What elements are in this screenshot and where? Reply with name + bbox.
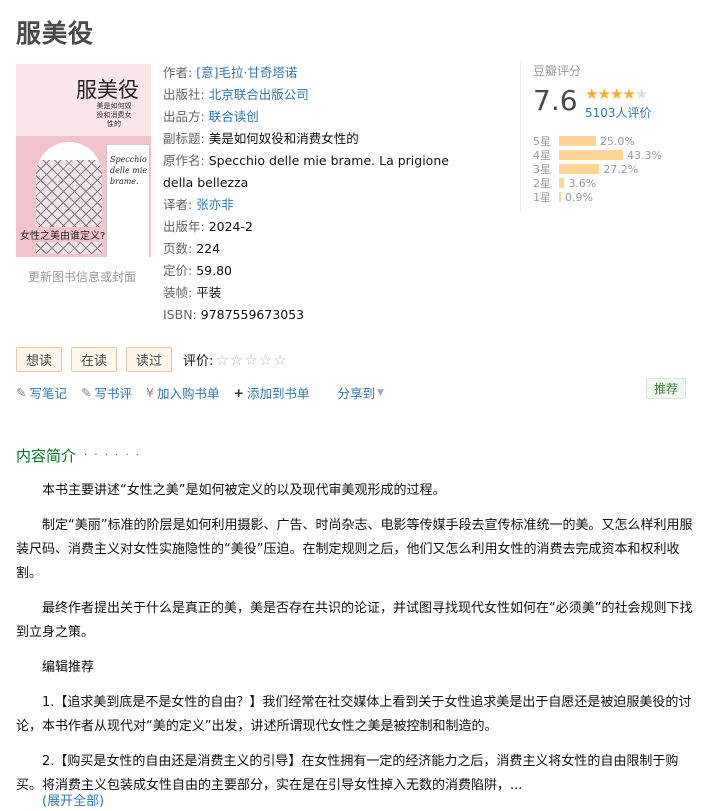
cover-title: 服美役 [76,78,139,102]
rating-bar-percent: 43.3% [627,148,662,162]
publisher-link[interactable]: 北京联合出版公司 [209,87,309,102]
info-subtitle: 副标题: 美是如何奴役和消费女性的 [163,128,483,150]
info-isbn: ISBN: 9787559673053 [163,304,483,326]
rating-bar-fill [559,150,623,160]
operation-links: ✎ 写笔记 ✎ 写书评 ¥ 加入购书单 + 添加到书单 分享到 ▼ [16,383,398,402]
have-read-button[interactable]: 读过 [126,347,173,372]
pencil-icon: ✎ [16,385,27,400]
chevron-down-icon: ▼ [376,387,384,398]
write-review-label: 写书评 [94,386,132,401]
star-empty-icon: ★ [634,85,648,103]
cover-subtitle: 美是如何奴役和消费女性的 [96,102,132,128]
translator-link[interactable]: 张亦非 [196,197,234,212]
binding-value: 平装 [196,285,222,300]
cover-question: 女性之美由谁定义? [20,227,106,242]
rating-bar-percent: 3.6% [568,176,597,190]
rating-bar-fill [559,178,565,188]
rating-bar-fill [559,192,561,202]
yen-icon: ¥ [146,385,154,400]
info-author: 作者: [意]毛拉·甘奇塔诺 [163,62,483,84]
producer-link[interactable]: 联合读创 [209,109,259,124]
intro-paragraph: 最终作者提出关于什么是真正的美，美是否存在共识的论证，并试图寻找现代女性如何在“… [16,601,693,640]
share-menu[interactable]: 分享到 ▼ [337,383,383,402]
rating-bar-row: 3星 27.2% [533,162,662,177]
author-link[interactable]: [意]毛拉·甘奇塔诺 [196,65,297,80]
expand-all-link[interactable]: (展开全部) [42,790,104,809]
cover-italic-title: Specchio delle mie brame. [110,155,148,186]
publisher-label: 出版社: [163,87,205,102]
book-cover[interactable]: 服美役 美是如何奴役和消费女性的 Specchio delle mie bram… [16,64,151,257]
add-to-cart-label: 加入购书单 [156,386,220,401]
want-to-read-button[interactable]: 想读 [16,347,63,372]
intro-paragraph: 1.【追求美到底是不是女性的自由？】我们经常在社交媒体上看到关于女性追求美是出于… [16,695,692,734]
rating-bar-row: 5星 25.0% [533,134,662,149]
rating-label: 豆瓣评分 [533,64,582,78]
intro-paragraph: 制定“美丽”标准的阶层是如何利用摄影、广告、时尚杂志、电影等传媒手段去宣传标准统… [16,518,693,581]
translator-label: 译者: [163,197,193,212]
rate-label: 评价: [183,354,214,369]
add-to-booklist-link[interactable]: + 添加到书单 [233,383,309,402]
intro-paragraph: 本书主要讲述“女性之美”是如何被定义的以及现代审美观形成的过程。 [42,483,446,498]
info-original: 原作名: Specchio delle mie brame. La prigio… [163,150,473,194]
add-to-booklist-label: 添加到书单 [246,386,310,401]
update-cover-link[interactable]: 更新图书信息或封面 [28,268,136,285]
info-pages: 页数: 224 [163,238,483,260]
rating-bars: 5星 25.0% 4星 43.3% 3星 27.2% 2星 3.6% 1星 0.… [533,134,662,205]
info-producer: 出品方: 联合读创 [163,106,483,128]
info-price: 定价: 59.80 [163,260,483,282]
rating-bar-row: 4星 43.3% [533,148,662,163]
write-note-label: 写笔记 [29,386,67,401]
page-title: 服美役 [16,19,95,48]
intro-paragraph: 编辑推荐 [42,660,95,675]
intro-paragraph: 2.【购买是女性的自由还是消费主义的引导】在女性拥有一定的经济能力之后，消费主义… [16,754,679,793]
rating-panel: 豆瓣评分 7.6 ★★★★★ 5103人评价 5星 25.0% 4星 43.3%… [520,62,693,212]
intro-title-dots: · · · · · · [84,450,141,461]
recommend-button[interactable]: 推荐 [646,378,687,399]
pages-label: 页数: [163,241,193,256]
intro-section-title: 内容简介 · · · · · · [16,445,141,466]
rating-stars: ★★★★★ [585,85,648,103]
write-note-link[interactable]: ✎ 写笔记 [16,383,67,402]
star-icon: ★★★★ [585,85,636,103]
info-binding: 装帧: 平装 [163,282,483,304]
info-publisher: 出版社: 北京联合出版公司 [163,84,483,106]
rating-bar-row: 1星 0.9% [533,190,662,205]
binding-label: 装帧: [163,285,193,300]
year-label: 出版年: [163,219,205,234]
rating-score: 7.6 [533,84,578,117]
rating-bar-percent: 27.2% [603,162,639,176]
price-label: 定价: [163,263,193,278]
rating-bar-percent: 0.9% [565,190,593,204]
share-label: 分享到 [337,386,375,401]
price-value: 59.80 [196,263,232,278]
shelf-actions: 想读 在读 读过 评价: ☆☆☆☆☆ [16,347,288,372]
original-value: Specchio delle mie brame. La prigione de… [163,153,449,190]
info-year: 出版年: 2024-2 [163,216,483,238]
subtitle-label: 副标题: [163,131,205,146]
intro-content: 本书主要讲述“女性之美”是如何被定义的以及现代审美观形成的过程。 制定“美丽”标… [16,479,694,809]
subtitle-value: 美是如何奴役和消费女性的 [208,131,359,146]
rating-bar-row: 2星 3.6% [533,176,662,191]
original-label: 原作名: [163,153,205,168]
rating-bar-fill [559,136,596,146]
rating-bar-percent: 25.0% [599,134,635,148]
producer-label: 出品方: [163,109,205,124]
add-to-cart-link[interactable]: ¥ 加入购书单 [146,383,219,402]
rating-bar-fill [559,164,600,174]
intro-title: 内容简介 [16,447,77,465]
write-review-link[interactable]: ✎ 写书评 [81,383,132,402]
plus-icon: + [233,385,244,400]
pages-value: 224 [196,241,221,256]
info-translator: 译者: 张亦非 [163,194,483,216]
rating-bar-label: 1星 [533,191,551,204]
year-value: 2024-2 [208,219,253,234]
reading-button[interactable]: 在读 [71,347,118,372]
isbn-value: 9787559673053 [200,307,305,322]
isbn-label: ISBN: [163,307,197,322]
book-info: 作者: [意]毛拉·甘奇塔诺 出版社: 北京联合出版公司 出品方: 联合读创 副… [163,62,483,326]
rating-people-link[interactable]: 5103人评价 [585,104,652,121]
author-label: 作者: [163,65,193,80]
pencil-icon: ✎ [81,385,92,400]
rate-stars-input[interactable]: ☆☆☆☆☆ [215,351,287,369]
